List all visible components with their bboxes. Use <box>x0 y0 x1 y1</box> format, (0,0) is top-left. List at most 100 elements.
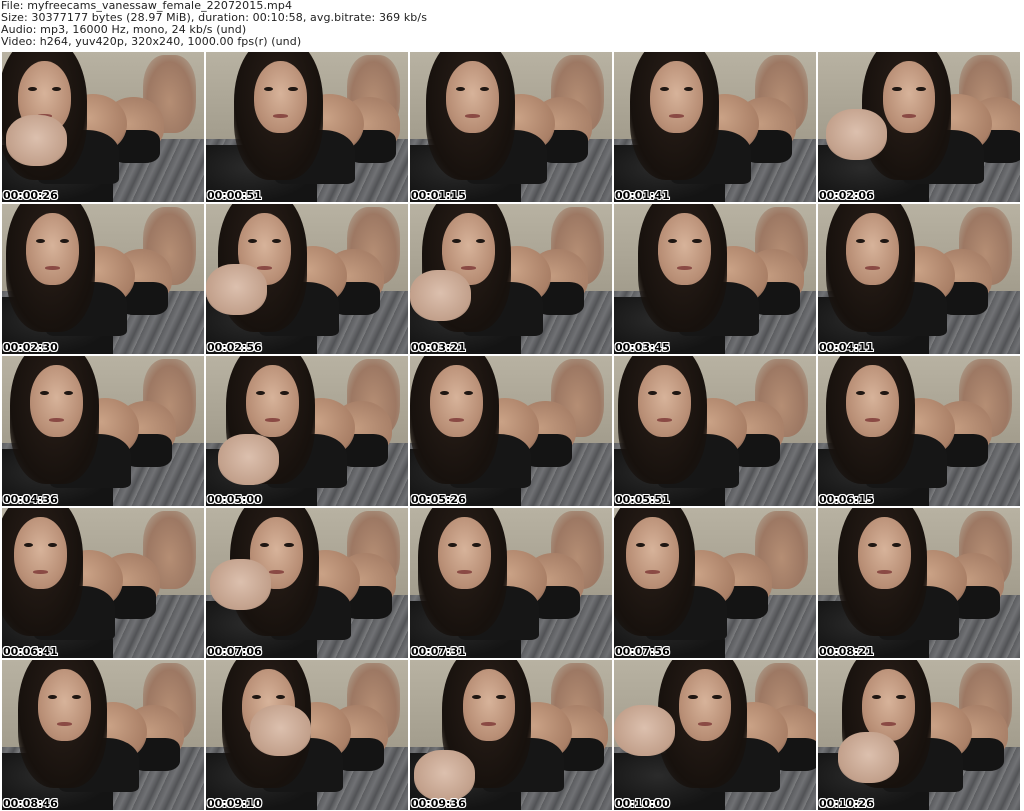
timestamp-label: 00:05:26 <box>411 493 466 506</box>
thumbnail-frame: 00:03:21 <box>410 204 612 354</box>
timestamp-label: 00:07:56 <box>615 645 670 658</box>
mouth <box>33 570 48 574</box>
hand <box>6 115 67 166</box>
face <box>30 365 83 437</box>
mouth <box>677 266 693 270</box>
mouth <box>49 418 64 422</box>
video-info-line: Video: h264, yuv420p, 320x240, 1000.00 f… <box>1 35 302 48</box>
mouth <box>273 114 289 118</box>
face <box>638 365 691 437</box>
eye <box>855 390 866 396</box>
thumbnail-frame: 00:07:06 <box>206 508 408 658</box>
hand <box>414 750 475 801</box>
timestamp-label: 00:02:06 <box>819 189 874 202</box>
face <box>26 213 79 285</box>
thumbnail-frame: 00:07:31 <box>410 508 612 658</box>
eye <box>892 86 902 92</box>
timestamp-label: 00:02:56 <box>207 341 262 354</box>
thumbnail-frame: 00:09:36 <box>410 660 612 810</box>
eye <box>276 694 286 700</box>
mouth <box>457 570 472 574</box>
face <box>430 365 483 437</box>
eye <box>892 542 902 548</box>
timestamp-label: 00:04:11 <box>819 341 874 354</box>
face <box>626 517 679 589</box>
mouth <box>449 418 464 422</box>
timestamp-label: 00:06:41 <box>3 645 58 658</box>
eye <box>284 542 294 548</box>
eye <box>496 694 506 700</box>
timestamp-label: 00:10:26 <box>819 797 874 810</box>
thumbnail-frame: 00:07:56 <box>614 508 816 658</box>
mouth <box>881 722 897 726</box>
eye <box>855 238 866 244</box>
thumbnail-frame: 00:06:15 <box>818 356 1020 506</box>
face <box>678 669 732 741</box>
timestamp-label: 00:09:10 <box>207 797 262 810</box>
hand <box>218 434 279 485</box>
thumbnail-frame: 00:03:45 <box>614 204 816 354</box>
timestamp-label: 00:06:15 <box>819 493 874 506</box>
face <box>846 365 899 437</box>
eye <box>271 238 282 244</box>
eye <box>916 86 926 92</box>
timestamp-label: 00:08:46 <box>3 797 58 810</box>
timestamp-label: 00:02:30 <box>3 341 58 354</box>
thumbnail-frame: 00:02:30 <box>2 204 204 354</box>
face <box>254 61 307 133</box>
hand <box>614 705 675 756</box>
eye <box>647 390 658 396</box>
thumbnail-frame: 00:02:06 <box>818 52 1020 202</box>
eye <box>263 86 274 92</box>
eye <box>471 542 482 548</box>
face <box>14 517 67 589</box>
mouth <box>57 722 72 726</box>
eye <box>23 542 33 548</box>
thumbnail-frame: 00:10:00 <box>614 660 816 810</box>
eye <box>455 86 466 92</box>
eye <box>59 238 70 244</box>
hand <box>210 559 271 610</box>
eye <box>659 542 670 548</box>
timestamp-label: 00:07:31 <box>411 645 466 658</box>
face <box>846 213 899 285</box>
face <box>862 669 915 741</box>
mouth <box>657 418 672 422</box>
timestamp-label: 00:05:00 <box>207 493 262 506</box>
face <box>462 669 516 741</box>
eye <box>867 542 878 548</box>
thumbnail-frame: 00:04:11 <box>818 204 1020 354</box>
eye <box>447 542 458 548</box>
mouth <box>669 114 684 118</box>
thumbnail-frame: 00:05:26 <box>410 356 612 506</box>
eye <box>63 390 74 396</box>
hand <box>838 732 899 783</box>
timestamp-label: 00:08:21 <box>819 645 874 658</box>
eye <box>471 694 482 700</box>
timestamp-label: 00:05:51 <box>615 493 670 506</box>
eye <box>439 390 450 396</box>
thumbnail-frame: 00:01:15 <box>410 52 612 202</box>
eye <box>280 390 290 396</box>
timestamp-label: 00:00:51 <box>207 189 262 202</box>
thumbnail-frame: 00:06:41 <box>2 508 204 658</box>
eye <box>72 694 82 700</box>
face <box>438 517 491 589</box>
mouth <box>45 266 60 270</box>
timestamp-label: 00:04:36 <box>3 493 58 506</box>
thumbnail-frame: 00:00:26 <box>2 52 204 202</box>
timestamp-label: 00:07:06 <box>207 645 262 658</box>
eye <box>247 238 258 244</box>
eye <box>259 542 270 548</box>
mouth <box>865 418 880 422</box>
file-info-header: File: myfreecams_vanessaw_female_2207201… <box>1 0 1021 50</box>
timestamp-label: 00:03:45 <box>615 341 670 354</box>
eye <box>879 238 890 244</box>
thumbnail-frame: 00:04:36 <box>2 356 204 506</box>
hand <box>826 109 887 160</box>
timestamp-label: 00:00:26 <box>3 189 58 202</box>
thumbnail-frame: 00:09:10 <box>206 660 408 810</box>
timestamp-label: 00:09:36 <box>411 797 466 810</box>
eye <box>712 694 722 700</box>
eye <box>896 694 906 700</box>
